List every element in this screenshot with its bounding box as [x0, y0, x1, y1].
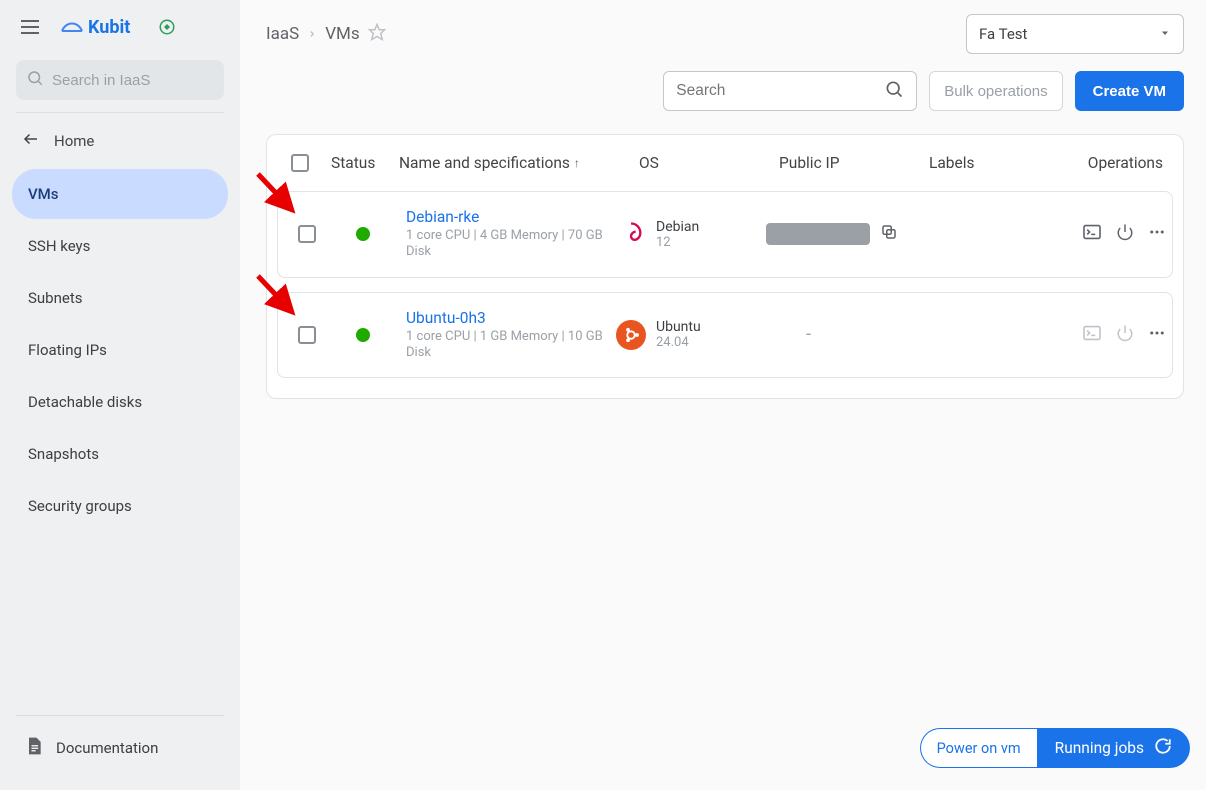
- sidebar-item-detachable-disks[interactable]: Detachable disks: [12, 377, 228, 427]
- chevron-right-icon: [307, 24, 317, 44]
- vm-table: Status Name and specifications ↑ OS Publ…: [266, 134, 1184, 399]
- topbar: IaaS VMs Fa Test: [266, 12, 1184, 56]
- col-labels[interactable]: Labels: [929, 154, 1019, 172]
- public-ip-empty: -: [806, 324, 811, 345]
- bulk-operations-label: Bulk operations: [944, 83, 1047, 100]
- sidebar-item-label: SSH keys: [28, 237, 90, 255]
- os-version: 12: [656, 235, 699, 250]
- sidebar-item-vms[interactable]: VMs: [12, 169, 228, 219]
- more-icon[interactable]: [1148, 223, 1166, 245]
- col-name[interactable]: Name and specifications ↑: [399, 154, 609, 172]
- power-on-chip[interactable]: Power on vm: [920, 728, 1037, 768]
- os-version: 24.04: [656, 335, 701, 350]
- col-label: Labels: [929, 154, 974, 172]
- os-name: Ubuntu: [656, 319, 701, 335]
- col-status[interactable]: Status: [331, 154, 399, 172]
- vm-spec: 1 core CPU | 1 GB Memory | 10 GB Disk: [406, 329, 606, 362]
- chevron-down-icon: [1159, 25, 1171, 43]
- os-name: Debian: [656, 219, 699, 235]
- divider: [16, 715, 224, 716]
- col-label: Public IP: [779, 154, 840, 172]
- document-icon: [24, 736, 44, 760]
- create-vm-label: Create VM: [1093, 83, 1166, 100]
- project-selector[interactable]: Fa Test: [966, 14, 1184, 54]
- main-content: IaaS VMs Fa Test Bulk operations: [240, 0, 1206, 790]
- home-link[interactable]: Home: [0, 119, 240, 163]
- action-bar: Bulk operations Create VM: [266, 64, 1184, 118]
- sidebar: Kubit Home VMs SSH keys Subnets Floating…: [0, 0, 240, 790]
- sidebar-item-label: Snapshots: [28, 445, 99, 463]
- sidebar-nav: VMs SSH keys Subnets Floating IPs Detach…: [0, 169, 240, 531]
- table-row: Debian-rke 1 core CPU | 4 GB Memory | 70…: [277, 191, 1173, 278]
- sidebar-item-snapshots[interactable]: Snapshots: [12, 429, 228, 479]
- debian-icon: [616, 219, 646, 249]
- power-icon[interactable]: [1116, 324, 1134, 346]
- documentation-link[interactable]: Documentation: [16, 730, 224, 766]
- sidebar-item-label: VMs: [28, 185, 59, 203]
- col-operations: Operations: [1019, 154, 1177, 172]
- vm-name-link[interactable]: Debian-rke: [406, 208, 616, 226]
- floating-status-bar: Power on vm Running jobs: [920, 728, 1190, 768]
- status-indicator: [356, 328, 370, 342]
- row-checkbox[interactable]: [298, 225, 316, 243]
- vm-name-link[interactable]: Ubuntu-0h3: [406, 309, 616, 327]
- brand-logo[interactable]: Kubit: [60, 17, 130, 38]
- breadcrumb: IaaS VMs: [266, 23, 386, 46]
- console-icon[interactable]: [1082, 224, 1102, 244]
- documentation-label: Documentation: [56, 739, 158, 757]
- search-icon: [26, 69, 44, 91]
- col-label: OS: [639, 154, 659, 172]
- running-jobs-button[interactable]: Running jobs: [1037, 728, 1190, 768]
- sidebar-item-floating-ips[interactable]: Floating IPs: [12, 325, 228, 375]
- sidebar-item-label: Detachable disks: [28, 393, 142, 411]
- sidebar-search[interactable]: [16, 60, 224, 100]
- row-checkbox[interactable]: [298, 326, 316, 344]
- more-icon[interactable]: [1148, 324, 1166, 346]
- vm-spec: 1 core CPU | 4 GB Memory | 70 GB Disk: [406, 228, 606, 261]
- power-icon[interactable]: [1116, 223, 1134, 245]
- divider: [16, 112, 224, 113]
- breadcrumb-vms[interactable]: VMs: [325, 24, 359, 44]
- col-ip[interactable]: Public IP: [759, 154, 929, 172]
- sidebar-item-security-groups[interactable]: Security groups: [12, 481, 228, 531]
- select-all-checkbox[interactable]: [291, 154, 309, 172]
- secondary-logo-icon: [158, 18, 176, 36]
- favorite-star-icon[interactable]: [368, 23, 386, 46]
- main-search[interactable]: [663, 71, 917, 111]
- sidebar-item-subnets[interactable]: Subnets: [12, 273, 228, 323]
- sidebar-item-label: Floating IPs: [28, 341, 107, 359]
- sidebar-item-label: Security groups: [28, 497, 132, 515]
- console-icon[interactable]: [1082, 325, 1102, 345]
- project-selector-label: Fa Test: [979, 25, 1027, 43]
- ubuntu-icon: [616, 320, 646, 350]
- bulk-operations-button[interactable]: Bulk operations: [929, 71, 1062, 111]
- table-header: Status Name and specifications ↑ OS Publ…: [267, 135, 1183, 191]
- status-indicator: [356, 227, 370, 241]
- col-label: Name and specifications: [399, 154, 570, 172]
- copy-icon[interactable]: [880, 223, 898, 245]
- col-label: Status: [331, 154, 375, 172]
- sidebar-search-input[interactable]: [52, 72, 214, 89]
- power-on-label: Power on vm: [937, 740, 1021, 757]
- refresh-icon: [1154, 737, 1172, 759]
- brand-name: Kubit: [88, 17, 130, 38]
- sort-asc-icon: ↑: [574, 156, 580, 170]
- search-icon: [884, 79, 904, 103]
- sidebar-item-ssh-keys[interactable]: SSH keys: [12, 221, 228, 271]
- public-ip-masked: [766, 223, 870, 245]
- breadcrumb-iaas[interactable]: IaaS: [266, 24, 299, 44]
- col-label: Operations: [1088, 154, 1163, 172]
- menu-icon[interactable]: [18, 15, 42, 39]
- logo-icon: [60, 17, 84, 38]
- main-search-input[interactable]: [676, 82, 856, 100]
- table-row: Ubuntu-0h3 1 core CPU | 1 GB Memory | 10…: [277, 292, 1173, 379]
- col-os[interactable]: OS: [609, 154, 759, 172]
- running-jobs-label: Running jobs: [1055, 739, 1144, 757]
- sidebar-item-label: Subnets: [28, 289, 83, 307]
- home-label: Home: [54, 132, 94, 150]
- back-arrow-icon: [22, 130, 40, 152]
- create-vm-button[interactable]: Create VM: [1075, 71, 1184, 111]
